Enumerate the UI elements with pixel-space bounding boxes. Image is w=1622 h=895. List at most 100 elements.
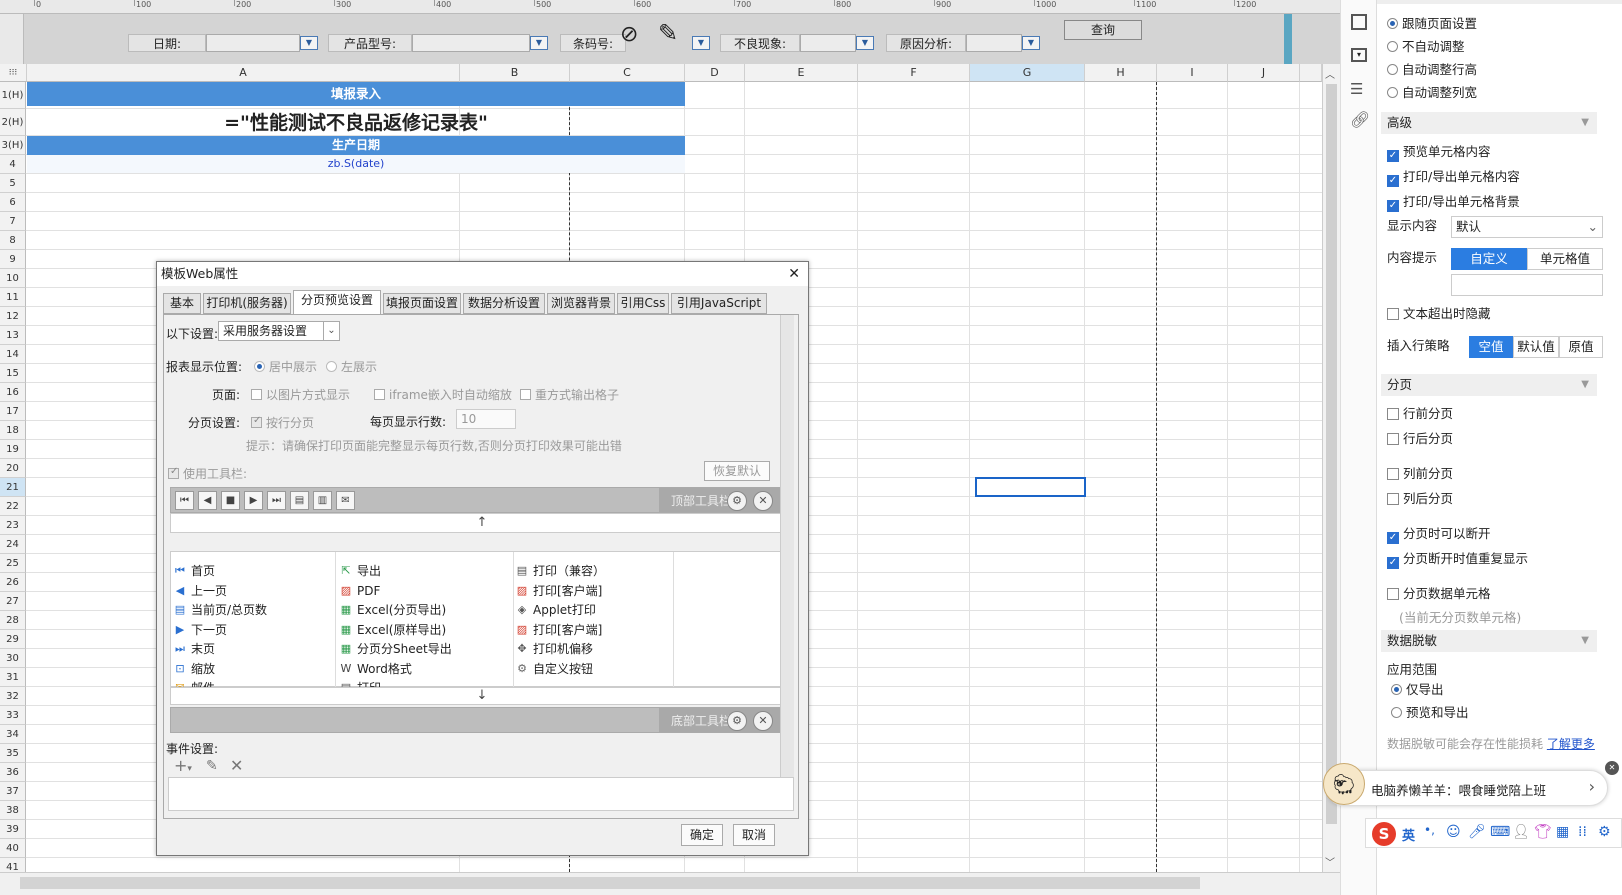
skin-icon[interactable]: 👕︎ bbox=[1534, 824, 1552, 840]
restore-default-button[interactable]: 恢复默认 bbox=[704, 461, 770, 481]
cause-dropdown-icon[interactable]: ▼ bbox=[1022, 36, 1040, 50]
radio-auto-row[interactable]: 自动调整行高 bbox=[1387, 60, 1477, 80]
row-header[interactable]: 16 bbox=[0, 383, 26, 402]
link-icon[interactable]: 🔗︎ bbox=[1350, 110, 1370, 129]
close-circle-icon[interactable]: ✕ bbox=[753, 711, 773, 731]
gear-icon[interactable]: ⚙ bbox=[727, 491, 747, 511]
row-header[interactable]: 21 bbox=[0, 478, 26, 497]
query-button[interactable]: 查询 bbox=[1064, 20, 1142, 40]
row-header[interactable]: 22 bbox=[0, 497, 26, 516]
toolbar-item[interactable]: ▤ 打印（兼容） bbox=[513, 562, 605, 581]
check-print-content[interactable]: ✓ 打印/导出单元格内容 bbox=[1387, 167, 1520, 187]
gear-icon[interactable]: ⚙ bbox=[727, 711, 747, 731]
condition-icon[interactable]: ☰ bbox=[1350, 80, 1363, 98]
event-list[interactable] bbox=[168, 777, 794, 811]
row-header[interactable]: 5 bbox=[0, 174, 26, 193]
cell-element-icon[interactable]: ▾ bbox=[1351, 48, 1367, 62]
row-header[interactable]: 23 bbox=[0, 516, 26, 535]
check-repeat[interactable]: ✓ 分页断开时值重复显示 bbox=[1387, 549, 1528, 569]
radio-auto-col[interactable]: 自动调整列宽 bbox=[1387, 83, 1477, 103]
model-input[interactable] bbox=[412, 34, 530, 52]
export-icon[interactable]: ▥ bbox=[313, 491, 332, 510]
row-header[interactable]: 40 bbox=[0, 839, 26, 858]
toolbar-item[interactable]: ⊡ 缩放 bbox=[171, 660, 215, 679]
radio-preview-export[interactable]: 预览和导出 bbox=[1391, 703, 1469, 723]
column-header-e[interactable]: E bbox=[745, 64, 858, 82]
prev-page-icon[interactable]: ◀ bbox=[198, 491, 217, 510]
check-paging-cell[interactable]: 分页数据单元格 bbox=[1387, 584, 1491, 604]
section-paging[interactable]: 分页 ▼ bbox=[1381, 374, 1597, 396]
row-header[interactable]: 38 bbox=[0, 801, 26, 820]
model-dropdown-icon[interactable]: ▼ bbox=[530, 36, 548, 50]
insert-default[interactable]: 默认值 bbox=[1513, 336, 1559, 358]
row-header[interactable]: 25 bbox=[0, 554, 26, 573]
use-toolbar-check[interactable]: 使用工具栏: bbox=[168, 465, 247, 482]
emoji-icon[interactable]: ☺ bbox=[1446, 824, 1461, 840]
scroll-thumb[interactable] bbox=[1326, 84, 1337, 824]
page-opt-iframe[interactable]: iframe嵌入时自动缩放 bbox=[374, 386, 512, 403]
toolbox-icon[interactable]: ▦ bbox=[1556, 824, 1569, 840]
toolbar-item[interactable]: ▤ 当前页/总页数 bbox=[171, 601, 267, 620]
defect-dropdown-icon[interactable]: ▼ bbox=[856, 36, 874, 50]
column-header-j[interactable]: J bbox=[1228, 64, 1300, 82]
row-header[interactable]: 20 bbox=[0, 459, 26, 478]
row-header[interactable]: 35 bbox=[0, 744, 26, 763]
section-advanced[interactable]: 高级 ▼ bbox=[1381, 112, 1597, 134]
position-left-radio[interactable]: 左展示 bbox=[326, 358, 377, 375]
row-header[interactable]: 26 bbox=[0, 573, 26, 592]
mail-icon[interactable]: ✉ bbox=[336, 491, 355, 510]
row-header[interactable]: 4 bbox=[0, 155, 26, 174]
radio-export-only[interactable]: 仅导出 bbox=[1391, 680, 1444, 700]
toolbar-item[interactable]: ▦ 分页分Sheet导出 bbox=[337, 640, 452, 659]
tab-1[interactable]: 基本 bbox=[163, 293, 201, 314]
delete-icon[interactable]: ✕ bbox=[230, 756, 243, 775]
column-header-b[interactable]: B bbox=[460, 64, 570, 82]
paging-by-row[interactable]: 按行分页 bbox=[251, 414, 314, 431]
arrow-down-icon[interactable]: ↓ bbox=[170, 687, 794, 705]
barcode-dropdown-icon[interactable]: ▼ bbox=[692, 36, 710, 50]
row-header[interactable]: 6 bbox=[0, 193, 26, 212]
check-row-before[interactable]: 行前分页 bbox=[1387, 404, 1453, 424]
chevron-right-icon[interactable]: › bbox=[1589, 777, 1595, 796]
date-field-cell[interactable]: zb.S(date) bbox=[27, 155, 685, 173]
sogou-logo-icon[interactable]: S bbox=[1372, 822, 1396, 846]
toolbar-item[interactable]: ◈ Applet打印 bbox=[513, 601, 596, 620]
toolbar-item[interactable]: ✥ 打印机偏移 bbox=[513, 640, 593, 659]
row-header[interactable]: 32 bbox=[0, 687, 26, 706]
hscroll-thumb[interactable] bbox=[20, 877, 1200, 889]
first-page-icon[interactable]: ⏮ bbox=[175, 491, 194, 510]
column-header-g[interactable]: G bbox=[970, 64, 1085, 82]
row-header[interactable]: 24 bbox=[0, 535, 26, 554]
tab-7[interactable]: 引用Css bbox=[617, 293, 669, 314]
row-header[interactable]: 28 bbox=[0, 611, 26, 630]
horizontal-scrollbar[interactable] bbox=[0, 872, 1340, 895]
pencil-icon[interactable]: ✎ bbox=[658, 18, 690, 48]
row-header[interactable]: 34 bbox=[0, 725, 26, 744]
page-opt-grid[interactable]: 重方式输出格子 bbox=[520, 386, 619, 403]
vertical-scrollbar[interactable]: ︿ ﹀ bbox=[1322, 64, 1340, 872]
next-page-icon[interactable]: ▶ bbox=[244, 491, 263, 510]
edit-icon[interactable]: ✎ bbox=[206, 758, 218, 774]
row-header[interactable]: 19 bbox=[0, 440, 26, 459]
cancel-button[interactable]: 取消 bbox=[733, 824, 775, 846]
tab-5[interactable]: 数据分析设置 bbox=[463, 293, 545, 314]
section-mask[interactable]: 数据脱敏 ▼ bbox=[1381, 630, 1597, 652]
row-header[interactable]: 18 bbox=[0, 421, 26, 440]
close-circle-icon[interactable]: ✕ bbox=[753, 491, 773, 511]
column-header-h[interactable]: H bbox=[1085, 64, 1157, 82]
display-content-select[interactable]: 默认 ⌄ bbox=[1451, 216, 1603, 238]
row-header[interactable]: 1(H) bbox=[0, 82, 26, 109]
row-header[interactable]: 29 bbox=[0, 630, 26, 649]
position-center-radio[interactable]: 居中展示 bbox=[254, 358, 317, 375]
row-header[interactable]: 3(H) bbox=[0, 136, 26, 155]
ime-punct[interactable]: •, bbox=[1424, 823, 1435, 837]
add-icon[interactable]: +▾ bbox=[174, 756, 192, 775]
tab-2[interactable]: 打印机(服务器) bbox=[203, 293, 291, 314]
last-page-icon[interactable]: ⏭ bbox=[267, 491, 286, 510]
column-header-d[interactable]: D bbox=[685, 64, 745, 82]
toolbar-item[interactable]: ⚙ 自定义按钮 bbox=[513, 660, 593, 679]
check-row-after[interactable]: 行后分页 bbox=[1387, 429, 1453, 449]
scroll-down-icon[interactable]: ﹀ bbox=[1325, 854, 1335, 869]
microphone-icon[interactable]: 🎤︎ bbox=[1468, 824, 1486, 840]
row-header[interactable]: 30 bbox=[0, 649, 26, 668]
